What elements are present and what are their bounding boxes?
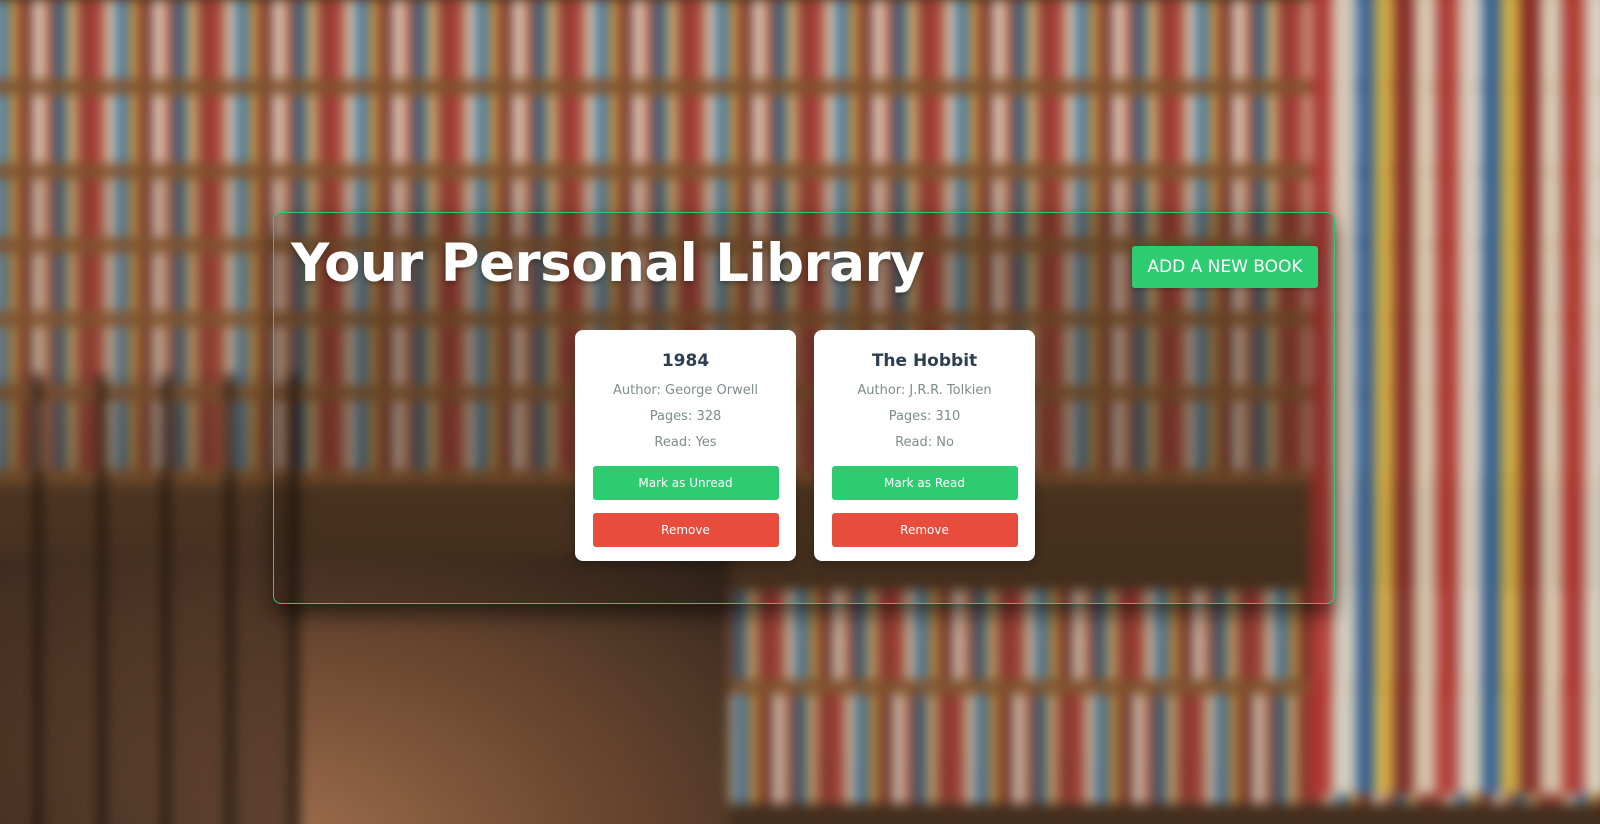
book-pages: Pages: 310	[888, 409, 961, 424]
toggle-read-button[interactable]: Mark as Read	[831, 466, 1018, 500]
library-panel: Your Personal Library ADD A NEW BOOK 198…	[273, 212, 1335, 604]
page-title: Your Personal Library	[291, 233, 925, 294]
book-read-status: Read: No	[895, 435, 954, 450]
remove-book-button[interactable]: Remove	[592, 513, 779, 547]
book-title: 1984	[661, 351, 710, 371]
book-read-status: Read: Yes	[654, 435, 717, 450]
book-card: The Hobbit Author: J.R.R. Tolkien Pages:…	[814, 330, 1035, 561]
book-pages: Pages: 328	[649, 409, 722, 424]
book-author: Author: J.R.R. Tolkien	[857, 383, 992, 398]
book-card: 1984 Author: George Orwell Pages: 328 Re…	[575, 330, 796, 561]
add-book-button[interactable]: ADD A NEW BOOK	[1132, 246, 1318, 288]
toggle-read-button[interactable]: Mark as Unread	[592, 466, 779, 500]
remove-book-button[interactable]: Remove	[831, 513, 1018, 547]
book-author: Author: George Orwell	[612, 383, 758, 398]
book-title: The Hobbit	[871, 351, 978, 371]
book-list: 1984 Author: George Orwell Pages: 328 Re…	[575, 330, 1035, 561]
